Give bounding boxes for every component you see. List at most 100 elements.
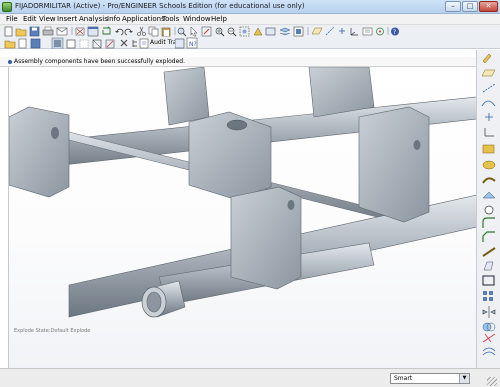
toolbar-icons-row2 bbox=[4, 37, 149, 49]
orient-icon[interactable] bbox=[253, 27, 263, 36]
resize-grip-icon[interactable] bbox=[487, 377, 497, 386]
repaint-icon[interactable] bbox=[201, 26, 212, 37]
merge-icon[interactable] bbox=[482, 322, 496, 332]
menu-tools[interactable]: Tools bbox=[162, 15, 179, 23]
clamp-block-right[interactable] bbox=[358, 106, 430, 223]
folder-icon[interactable] bbox=[4, 40, 16, 49]
view-manager-icon[interactable] bbox=[293, 26, 304, 37]
maximize-button[interactable]: □ bbox=[462, 1, 478, 12]
save-icon[interactable] bbox=[29, 26, 40, 37]
close-window-icon[interactable] bbox=[120, 39, 128, 47]
help-icon[interactable]: ? bbox=[391, 27, 399, 37]
app-icon bbox=[2, 2, 12, 12]
sketch-icon[interactable] bbox=[482, 53, 492, 64]
clamp-block-left[interactable] bbox=[9, 106, 70, 198]
menu-analysis[interactable]: Analysis bbox=[79, 15, 108, 23]
window-icon[interactable] bbox=[87, 26, 99, 37]
right-toolbar-icons bbox=[481, 53, 496, 356]
datum-plane-icon[interactable] bbox=[311, 27, 323, 35]
find-icon[interactable] bbox=[177, 27, 187, 37]
csys-icon[interactable] bbox=[484, 128, 494, 137]
explode-icon[interactable] bbox=[175, 38, 185, 49]
right-feature-toolbar bbox=[476, 50, 500, 368]
main-toolbar: ? bbox=[0, 25, 500, 37]
no-hidden-icon[interactable] bbox=[66, 39, 76, 49]
paste-icon[interactable] bbox=[161, 27, 171, 37]
sweep-icon[interactable] bbox=[482, 177, 496, 184]
menu-applications[interactable]: Applications bbox=[122, 15, 165, 23]
graphics-viewport[interactable]: Explode State:Default Explode bbox=[8, 67, 476, 368]
menu-view[interactable]: View bbox=[39, 15, 56, 23]
explode-state-label: Explode State:Default Explode bbox=[14, 328, 91, 334]
clamp-block-center[interactable] bbox=[188, 111, 272, 200]
refit-icon[interactable] bbox=[239, 26, 250, 37]
spin-center-icon[interactable] bbox=[376, 27, 384, 36]
shading-icon[interactable] bbox=[51, 37, 64, 49]
menu-edit[interactable]: Edit bbox=[23, 15, 37, 23]
csys-icon[interactable] bbox=[350, 28, 358, 36]
redo-icon[interactable] bbox=[124, 28, 133, 36]
audit-icon[interactable] bbox=[139, 38, 149, 49]
copy-icon[interactable] bbox=[148, 26, 159, 37]
hole-icon[interactable] bbox=[484, 205, 494, 215]
chamfer-icon[interactable] bbox=[482, 231, 495, 242]
erase-icon[interactable] bbox=[75, 27, 85, 36]
shell-icon[interactable] bbox=[482, 275, 495, 286]
hidden-line-icon[interactable] bbox=[79, 39, 89, 49]
menu-bar: File Edit View Insert Analysis Info Appl… bbox=[0, 14, 500, 25]
offset-icon[interactable] bbox=[482, 347, 496, 356]
annotation-icon[interactable] bbox=[362, 27, 373, 36]
undo-icon[interactable] bbox=[115, 28, 124, 36]
exploded-assembly-model[interactable] bbox=[9, 67, 476, 368]
revolve-icon[interactable] bbox=[482, 160, 496, 170]
print-icon[interactable] bbox=[42, 26, 54, 36]
blend-icon[interactable] bbox=[482, 191, 496, 199]
save-copy-icon[interactable] bbox=[30, 38, 41, 49]
trim-icon[interactable] bbox=[482, 333, 496, 343]
email-icon[interactable] bbox=[56, 27, 68, 36]
zoom-in-icon[interactable] bbox=[215, 27, 225, 37]
secondary-toolbar: Audit Trail N? bbox=[0, 37, 500, 49]
message-text: Assembly components have been successful… bbox=[14, 58, 186, 65]
graphics-icon[interactable] bbox=[105, 39, 115, 49]
pattern-icon[interactable] bbox=[483, 291, 493, 301]
new-icon[interactable] bbox=[4, 26, 13, 37]
select-icon[interactable] bbox=[190, 26, 198, 37]
round-icon[interactable] bbox=[482, 217, 495, 228]
datum-axis-icon[interactable] bbox=[325, 26, 335, 36]
extrude-icon[interactable] bbox=[482, 144, 495, 154]
draft-icon[interactable] bbox=[483, 261, 494, 271]
curve-icon[interactable] bbox=[481, 100, 496, 107]
svg-text:N?: N? bbox=[189, 41, 197, 48]
message-bullet-icon bbox=[8, 60, 12, 64]
layers-icon[interactable] bbox=[279, 27, 291, 36]
mirror-icon[interactable] bbox=[482, 306, 496, 318]
saved-views-icon[interactable] bbox=[265, 27, 276, 36]
chevron-down-icon[interactable]: ▼ bbox=[459, 374, 469, 383]
rib-icon[interactable] bbox=[482, 247, 496, 257]
menu-info[interactable]: Info bbox=[107, 15, 120, 23]
clamp-block-top-center[interactable] bbox=[163, 67, 210, 126]
minimize-button[interactable]: – bbox=[445, 1, 461, 12]
menu-file[interactable]: File bbox=[6, 15, 18, 23]
regenerate-icon[interactable] bbox=[102, 26, 111, 35]
menu-window[interactable]: Window bbox=[183, 15, 211, 23]
datum-point-icon[interactable] bbox=[339, 28, 345, 34]
wireframe-icon[interactable] bbox=[92, 39, 102, 49]
menu-help[interactable]: Help bbox=[211, 15, 227, 23]
model-tree-icon[interactable] bbox=[132, 40, 137, 47]
menu-insert[interactable]: Insert bbox=[57, 15, 77, 23]
datum-plane-icon[interactable] bbox=[481, 69, 496, 77]
cut-icon[interactable] bbox=[137, 26, 146, 36]
zoom-out-icon[interactable] bbox=[227, 27, 237, 37]
axis-icon[interactable] bbox=[482, 83, 496, 93]
point-icon[interactable] bbox=[485, 113, 493, 121]
new-file-icon[interactable] bbox=[18, 38, 27, 49]
close-button[interactable]: ✕ bbox=[479, 1, 498, 12]
selection-filter-dropdown[interactable]: Smart ▼ bbox=[390, 373, 470, 384]
open-icon[interactable] bbox=[15, 28, 27, 37]
toolbar-icons-row2b: N? bbox=[175, 37, 198, 49]
whats-this-icon[interactable]: N? bbox=[186, 37, 198, 49]
selection-filter-value: Smart bbox=[394, 375, 413, 382]
clamp-block-bottom[interactable] bbox=[230, 186, 302, 290]
